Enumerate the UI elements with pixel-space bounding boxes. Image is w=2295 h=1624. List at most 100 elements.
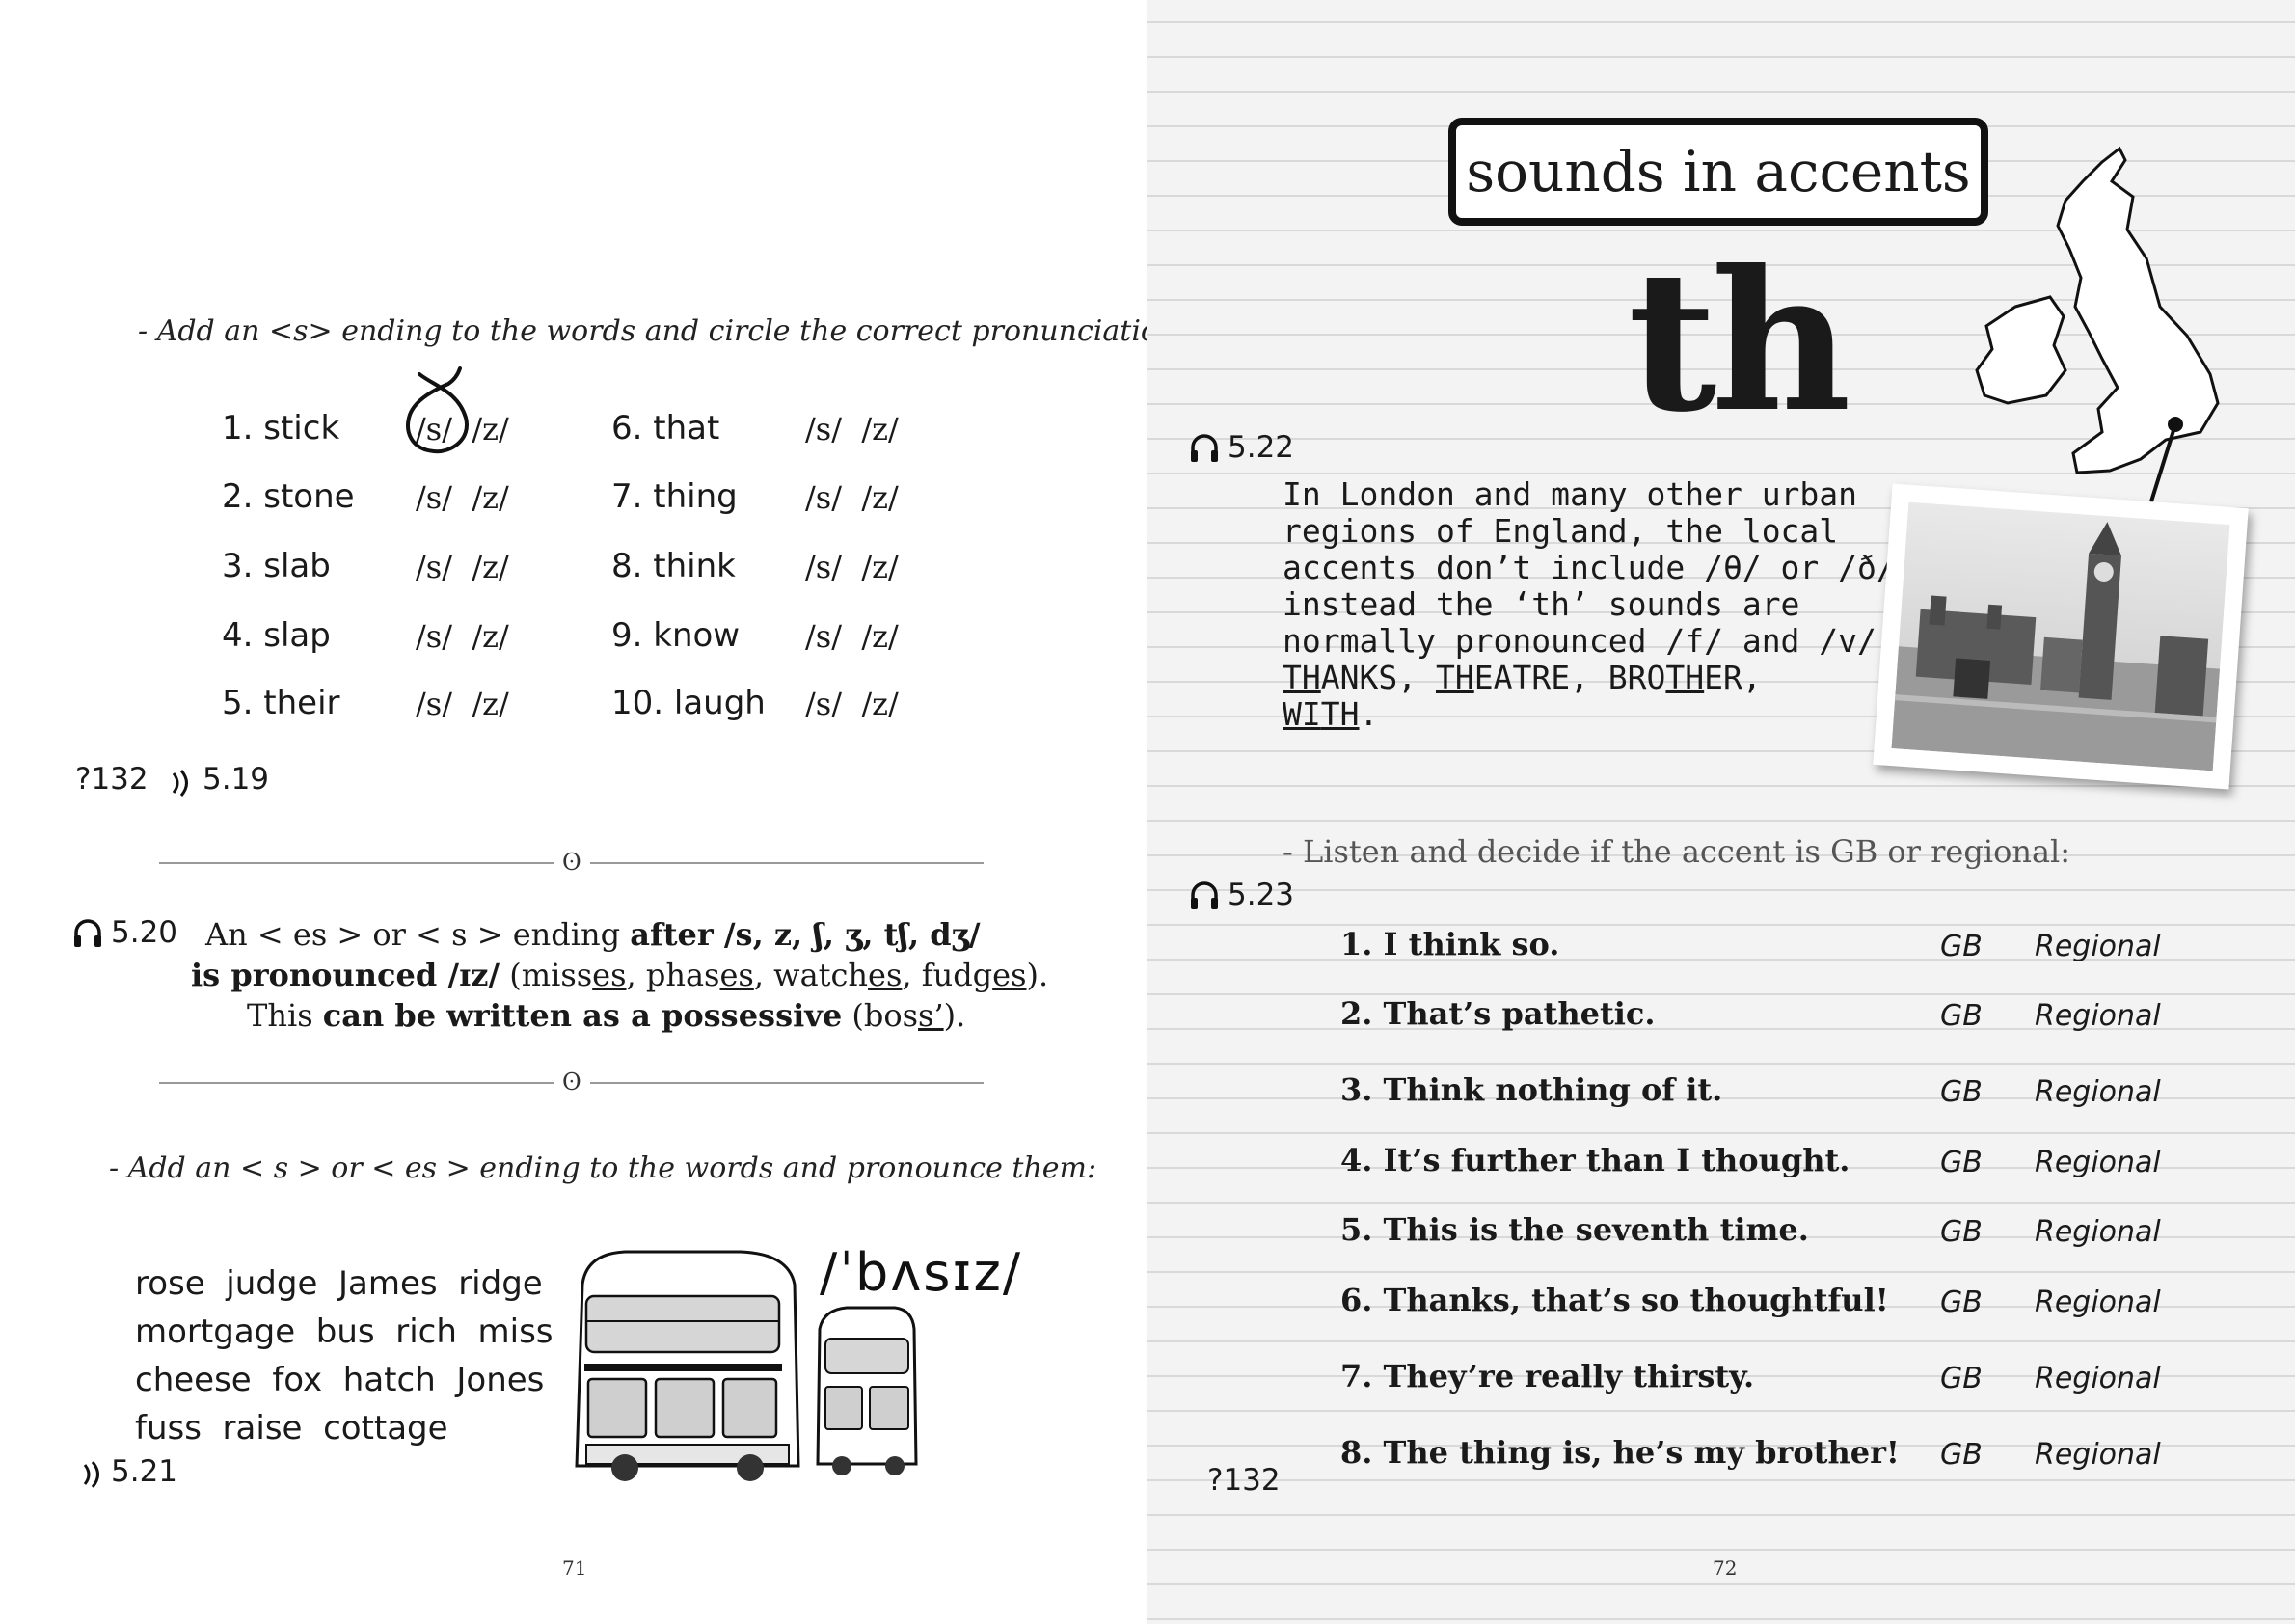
option-regional[interactable]: Regional — [2035, 1146, 2161, 1179]
item-2-options[interactable]: /s/ /z/ — [416, 479, 509, 516]
item-4: 4. slap — [222, 616, 331, 655]
item-number: 1. — [222, 409, 254, 447]
audio-waves-icon[interactable] — [77, 1460, 106, 1489]
para-line: normally pronounced /f/ and /v/: — [1282, 622, 1896, 660]
item-9: 9. know — [611, 616, 740, 655]
item-word: that — [653, 409, 720, 447]
option-s[interactable]: /s/ — [805, 686, 842, 722]
item-number: 7. — [611, 477, 643, 516]
option-regional[interactable]: Regional — [2035, 1362, 2161, 1395]
option-gb[interactable]: GB — [1940, 1286, 1983, 1319]
audio-track-ref[interactable]: 5.20 — [111, 915, 177, 950]
big-ben-photo-illustration — [1891, 501, 2230, 771]
underlined-th: TH — [1665, 659, 1705, 696]
option-s[interactable]: /s/ — [805, 411, 842, 447]
question-1: 1. I think so. — [1340, 926, 1559, 962]
option-gb[interactable]: GB — [1940, 999, 1983, 1033]
question-number: 4. — [1340, 1142, 1373, 1178]
item-number: 5. — [222, 684, 254, 722]
audio-track-ref[interactable]: 5.22 — [1228, 430, 1294, 465]
rule-text: ). — [1026, 957, 1049, 993]
option-regional[interactable]: Regional — [2035, 1286, 2161, 1319]
item-number: 9. — [611, 616, 643, 655]
question-number: 2. — [1340, 995, 1373, 1032]
item-9-options[interactable]: /s/ /z/ — [805, 618, 899, 655]
section-title-box: sounds in accents — [1448, 118, 1988, 226]
question-text: Think nothing of it. — [1383, 1071, 1723, 1108]
option-gb[interactable]: GB — [1940, 1075, 1983, 1109]
option-s[interactable]: /s/ — [416, 549, 452, 585]
item-word: laugh — [673, 684, 766, 722]
item-word: know — [653, 616, 741, 655]
answer-key-ref[interactable]: ?132 — [1207, 1463, 1281, 1498]
left-page: - Add an <s> ending to the words and cir… — [0, 0, 1148, 1624]
audio-track-ref[interactable]: 5.23 — [1228, 878, 1294, 912]
item-10: 10. laugh — [611, 684, 766, 722]
rule-text: An < es > or < s > ending — [205, 916, 631, 953]
page-number: 71 — [562, 1556, 587, 1580]
item-4-options[interactable]: /s/ /z/ — [416, 618, 509, 655]
words-line: mortgage bus rich miss — [135, 1313, 554, 1351]
option-regional[interactable]: Regional — [2035, 930, 2161, 963]
headphones-icon[interactable] — [71, 916, 104, 949]
option-gb[interactable]: GB — [1940, 1146, 1983, 1179]
item-3-options[interactable]: /s/ /z/ — [416, 549, 509, 585]
question-4: 4. It’s further than I thought. — [1340, 1142, 1850, 1178]
divider-ornament: ʘ — [562, 849, 581, 876]
option-z[interactable]: /z/ — [472, 479, 508, 516]
example-text: BRO — [1607, 659, 1666, 696]
option-s[interactable]: /s/ — [805, 618, 842, 655]
book-spread: - Add an <s> ending to the words and cir… — [0, 0, 2295, 1624]
option-gb[interactable]: GB — [1940, 1215, 1983, 1249]
option-z[interactable]: /z/ — [472, 618, 508, 655]
item-8-options[interactable]: /s/ /z/ — [805, 549, 899, 585]
option-z[interactable]: /z/ — [472, 686, 508, 722]
option-regional[interactable]: Regional — [2035, 1215, 2161, 1249]
example-text: ANKS, — [1320, 659, 1436, 696]
option-z[interactable]: /z/ — [861, 411, 898, 447]
question-7: 7. They’re really thirsty. — [1340, 1358, 1754, 1394]
item-6-options[interactable]: /s/ /z/ — [805, 411, 899, 447]
option-s[interactable]: /s/ — [416, 686, 452, 722]
option-gb[interactable]: GB — [1940, 1362, 1983, 1395]
para-line: regions of England, the local — [1282, 512, 1839, 550]
option-regional[interactable]: Regional — [2035, 999, 2161, 1033]
answer-key-ref[interactable]: ?132 — [75, 762, 148, 797]
item-number: 2. — [222, 477, 254, 516]
question-number: 8. — [1340, 1434, 1373, 1471]
option-gb[interactable]: GB — [1940, 930, 1983, 963]
question-2: 2. That’s pathetic. — [1340, 995, 1656, 1032]
headphones-icon[interactable] — [1188, 879, 1221, 911]
ipa-buses-label: /ˈbʌsɪz/ — [820, 1242, 1023, 1303]
option-s[interactable]: /s/ — [416, 479, 452, 516]
underlined-th: TH — [1435, 659, 1474, 696]
item-2: 2. stone — [222, 477, 355, 516]
item-7-options[interactable]: /s/ /z/ — [805, 479, 899, 516]
item-7: 7. thing — [611, 477, 738, 516]
option-regional[interactable]: Regional — [2035, 1075, 2161, 1109]
option-z[interactable]: /z/ — [861, 686, 898, 722]
headphones-icon[interactable] — [1188, 431, 1221, 464]
option-z[interactable]: /z/ — [861, 618, 898, 655]
divider-line — [159, 862, 554, 864]
option-z[interactable]: /z/ — [861, 479, 898, 516]
item-5-options[interactable]: /s/ /z/ — [416, 686, 509, 722]
audio-track-ref[interactable]: 5.21 — [111, 1454, 177, 1489]
audio-track-ref[interactable]: 5.19 — [202, 762, 269, 797]
option-gb[interactable]: GB — [1940, 1438, 1983, 1472]
option-s[interactable]: /s/ — [416, 618, 452, 655]
option-z[interactable]: /z/ — [861, 549, 898, 585]
item-10-options[interactable]: /s/ /z/ — [805, 686, 899, 722]
item-number: 10. — [611, 684, 664, 722]
rule-text: This — [247, 997, 323, 1034]
examples-line: THANKS, THEATRE, BROTHER, — [1282, 660, 1861, 696]
rule-line-1: An < es > or < s > ending after /s, z, ʃ… — [205, 914, 981, 955]
rule-line-2: is pronounced /ɪz/ (misses, phases, watc… — [191, 955, 1048, 995]
option-s[interactable]: /s/ — [805, 549, 842, 585]
option-z[interactable]: /z/ — [472, 549, 508, 585]
option-regional[interactable]: Regional — [2035, 1438, 2161, 1472]
option-s[interactable]: /s/ — [805, 479, 842, 516]
question-text: I think so. — [1383, 926, 1560, 962]
question-3: 3. Think nothing of it. — [1340, 1071, 1722, 1108]
audio-waves-icon[interactable] — [166, 769, 195, 798]
